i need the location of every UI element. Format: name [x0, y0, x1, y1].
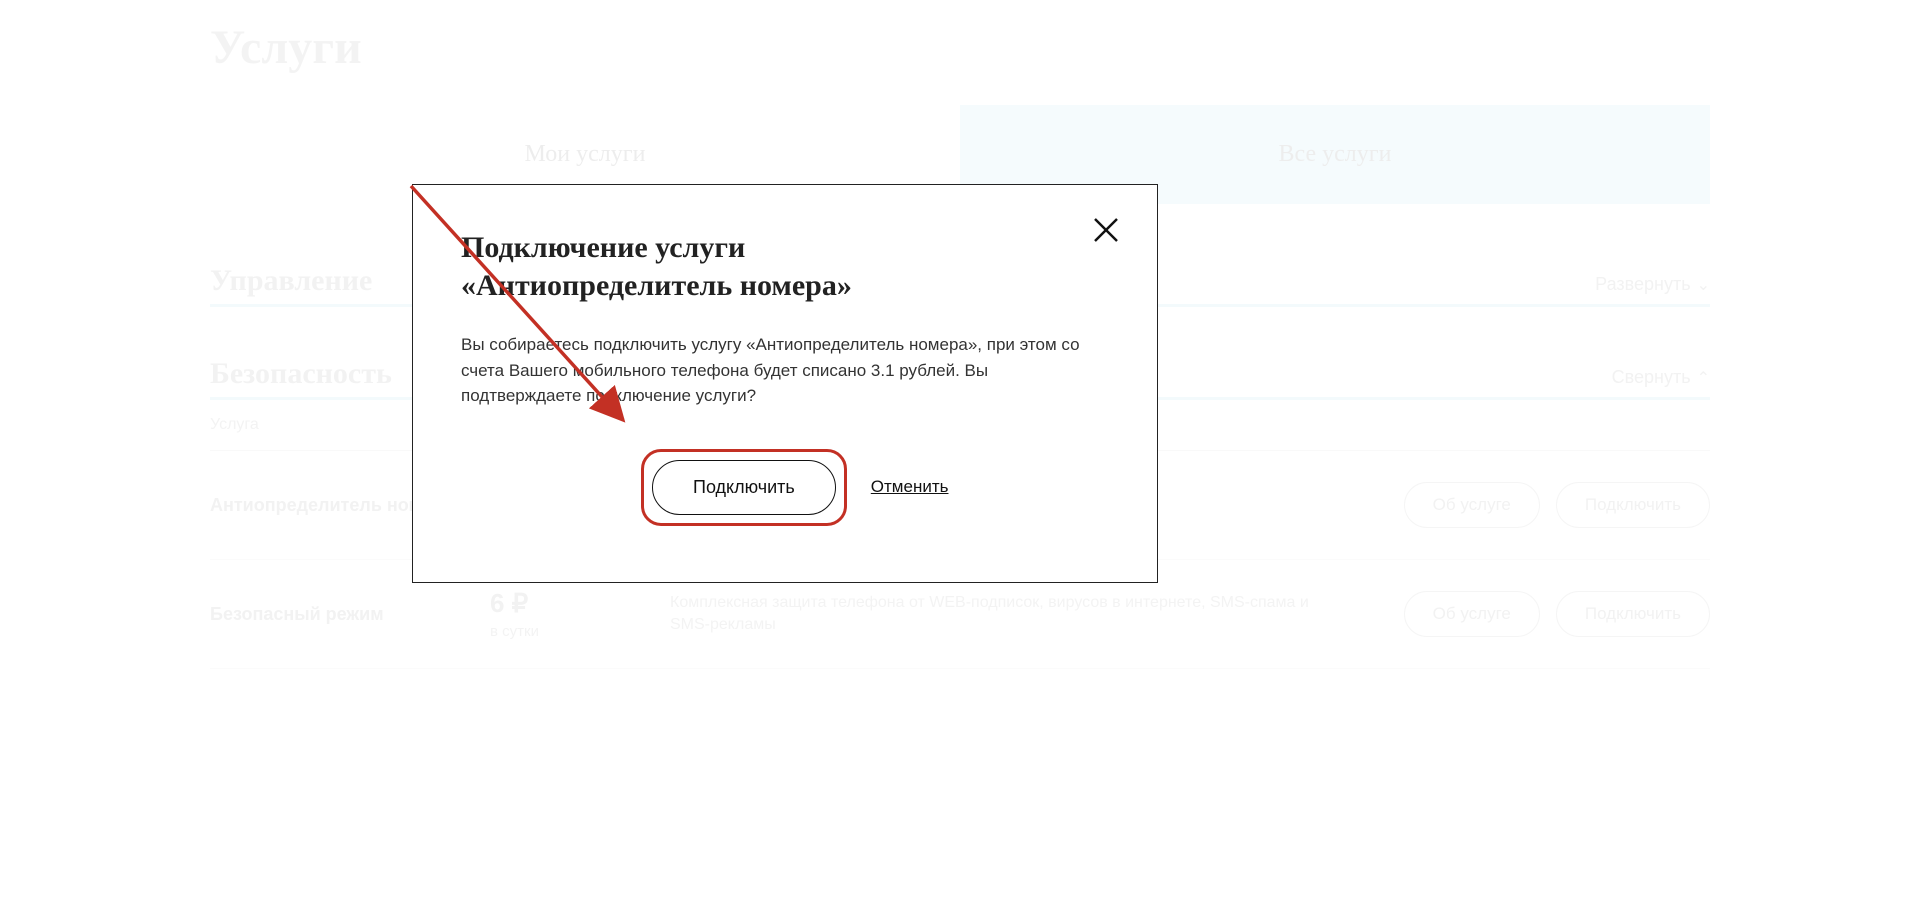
page-title: Услуги: [210, 20, 1710, 75]
modal-actions: Подключить Отменить: [461, 449, 1109, 526]
about-service-button[interactable]: Об услуге: [1404, 591, 1540, 637]
modal-text: Вы собираетесь подключить услугу «Антиоп…: [461, 332, 1101, 409]
chevron-up-icon: ⌃: [1697, 368, 1710, 388]
annotation-highlight-box: Подключить: [641, 449, 847, 526]
modal-title: Подключение услуги «Антиопределитель ном…: [461, 229, 1021, 304]
toggle-label: Свернуть: [1612, 367, 1691, 388]
confirm-connect-button[interactable]: Подключить: [652, 460, 836, 515]
service-actions: Об услуге Подключить: [1370, 591, 1710, 637]
section-title: Управление: [210, 264, 372, 298]
cancel-link[interactable]: Отменить: [871, 477, 949, 497]
service-description: Комплексная защита телефона от WEB-подпи…: [670, 592, 1370, 637]
service-actions: Об услуге Подключить: [1370, 482, 1710, 528]
close-button[interactable]: [1091, 215, 1121, 245]
close-icon: [1091, 215, 1121, 245]
connect-service-button[interactable]: Подключить: [1556, 591, 1710, 637]
section-toggle-collapse[interactable]: Свернуть ⌃: [1612, 367, 1710, 388]
service-period: в сутки: [490, 623, 670, 640]
section-title: Безопасность: [210, 357, 392, 391]
service-price: 6 ₽: [490, 588, 670, 619]
chevron-down-icon: ⌄: [1697, 275, 1710, 295]
confirmation-modal: Подключение услуги «Антиопределитель ном…: [412, 184, 1158, 583]
section-toggle-expand[interactable]: Развернуть ⌄: [1595, 274, 1710, 295]
about-service-button[interactable]: Об услуге: [1404, 482, 1540, 528]
connect-service-button[interactable]: Подключить: [1556, 482, 1710, 528]
service-price-block: 6 ₽ в сутки: [490, 588, 670, 640]
service-name: Безопасный режим: [210, 604, 490, 625]
toggle-label: Развернуть: [1595, 274, 1690, 295]
